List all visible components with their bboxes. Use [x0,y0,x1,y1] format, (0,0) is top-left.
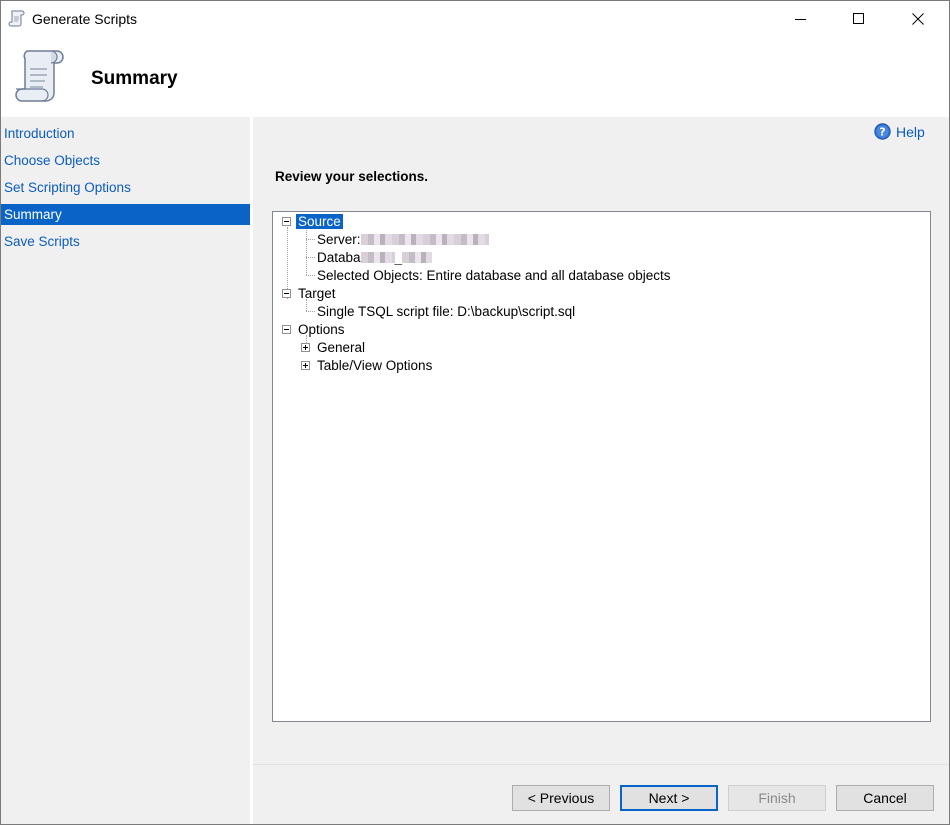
review-heading: Review your selections. [275,169,429,184]
expand-icon[interactable] [301,361,310,370]
next-button[interactable]: Next > [620,785,718,811]
collapse-icon[interactable] [282,325,291,334]
window-title: Generate Scripts [32,11,138,27]
tree-node-source[interactable]: Source [296,213,343,231]
tree-node-selected-objects[interactable]: Selected Objects: Entire database and al… [317,267,670,285]
help-label: Help [896,123,925,140]
tree-node-database[interactable]: Databa _ [317,249,433,267]
tree-node-general[interactable]: General [317,339,365,357]
minimize-icon [795,19,806,20]
tree-node-options[interactable]: Options [298,321,345,339]
nav-item-summary[interactable]: Summary [1,204,250,225]
close-button[interactable] [889,1,947,37]
summary-tree[interactable]: Source Server: Databa _ Selected Objects:… [272,211,931,722]
title-bar: Generate Scripts [1,1,949,37]
footer-divider [253,764,949,765]
scroll-icon [8,10,25,27]
finish-button[interactable]: Finish [728,785,826,811]
page-title: Summary [91,68,178,89]
cancel-button[interactable]: Cancel [836,785,934,811]
svg-text:?: ? [879,126,885,139]
nav-item-set-scripting-options[interactable]: Set Scripting Options [1,177,250,198]
tree-node-script-file[interactable]: Single TSQL script file: D:\backup\scrip… [317,303,575,321]
tree-connector [306,239,315,240]
previous-button[interactable]: < Previous [512,785,610,811]
close-icon [912,13,924,25]
help-link[interactable]: ? Help [874,123,925,140]
maximize-icon [853,13,864,24]
tree-node-target[interactable]: Target [298,285,336,303]
help-icon: ? [874,123,891,140]
tree-connector [306,275,315,276]
redacted-database-name [402,252,433,263]
redacted-database-name [360,252,395,263]
nav-item-introduction[interactable]: Introduction [1,123,250,144]
collapse-icon[interactable] [282,217,291,226]
tree-connector [306,311,315,312]
nav-item-choose-objects[interactable]: Choose Objects [1,150,250,171]
content-panel: ? Help Review your selections. Source Se… [253,117,949,824]
scroll-icon [15,50,64,102]
tree-connector [306,299,307,311]
maximize-button[interactable] [830,1,888,37]
tree-node-server[interactable]: Server: [317,231,489,249]
expand-icon[interactable] [301,343,310,352]
tree-connector [306,257,315,258]
wizard-header: Summary [1,37,949,117]
tree-node-table-view-options[interactable]: Table/View Options [317,357,432,375]
nav-item-save-scripts[interactable]: Save Scripts [1,231,250,252]
wizard-nav: Introduction Choose Objects Set Scriptin… [1,117,250,824]
collapse-icon[interactable] [282,289,291,298]
tree-connector [306,227,307,275]
redacted-server-name [360,234,489,245]
minimize-button[interactable] [772,1,830,37]
generate-scripts-window: Generate Scripts Summary Introduction Ch… [0,0,950,825]
